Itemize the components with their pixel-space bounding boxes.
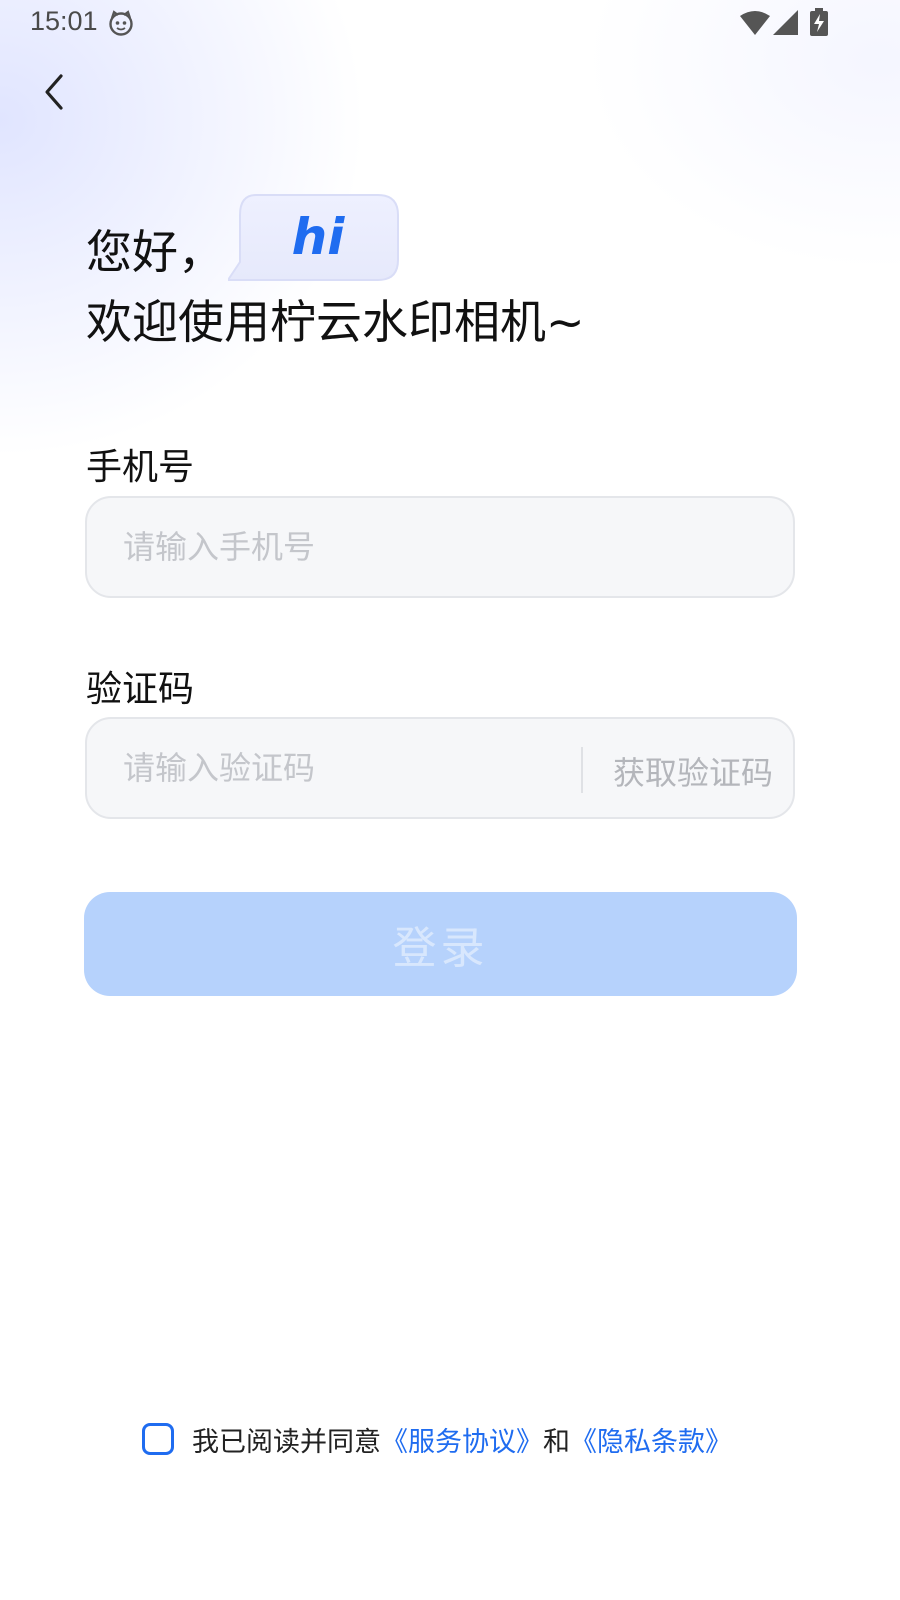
code-label: 验证码 <box>86 669 195 710</box>
code-divider <box>581 747 583 793</box>
code-input-container: 获取验证码 <box>85 717 795 819</box>
hi-bubble: hi <box>228 194 400 284</box>
agreement-row: 我已阅读并同意 《服务协议》 和 《隐私条款》 <box>142 1412 732 1466</box>
login-button[interactable]: 登录 <box>84 892 797 996</box>
wifi-icon <box>740 10 770 40</box>
status-time: 15:01 <box>30 6 98 36</box>
chevron-left-icon <box>45 74 63 110</box>
privacy-policy-link[interactable]: 《隐私条款》 <box>570 1420 732 1459</box>
agreement-checkbox[interactable] <box>142 1423 174 1455</box>
agreement-text: 我已阅读并同意 <box>192 1426 381 1458</box>
service-agreement-link[interactable]: 《服务协议》 <box>381 1420 543 1459</box>
code-input[interactable] <box>123 719 563 817</box>
cat-face-icon <box>108 10 134 40</box>
signal-icon <box>773 10 799 40</box>
back-button[interactable] <box>30 68 78 116</box>
hi-text: hi <box>291 208 345 266</box>
get-code-button[interactable]: 获取验证码 <box>603 719 783 823</box>
agreement-and: 和 <box>543 1426 570 1458</box>
greeting-welcome: 欢迎使用柠云水印相机~ <box>86 295 585 349</box>
battery-charging-icon <box>810 8 828 40</box>
phone-label: 手机号 <box>86 447 195 488</box>
phone-input-container <box>85 496 795 598</box>
phone-input[interactable] <box>123 498 753 596</box>
status-bar: 15:01 <box>0 0 900 48</box>
greeting-hello: 您好， <box>86 225 224 279</box>
